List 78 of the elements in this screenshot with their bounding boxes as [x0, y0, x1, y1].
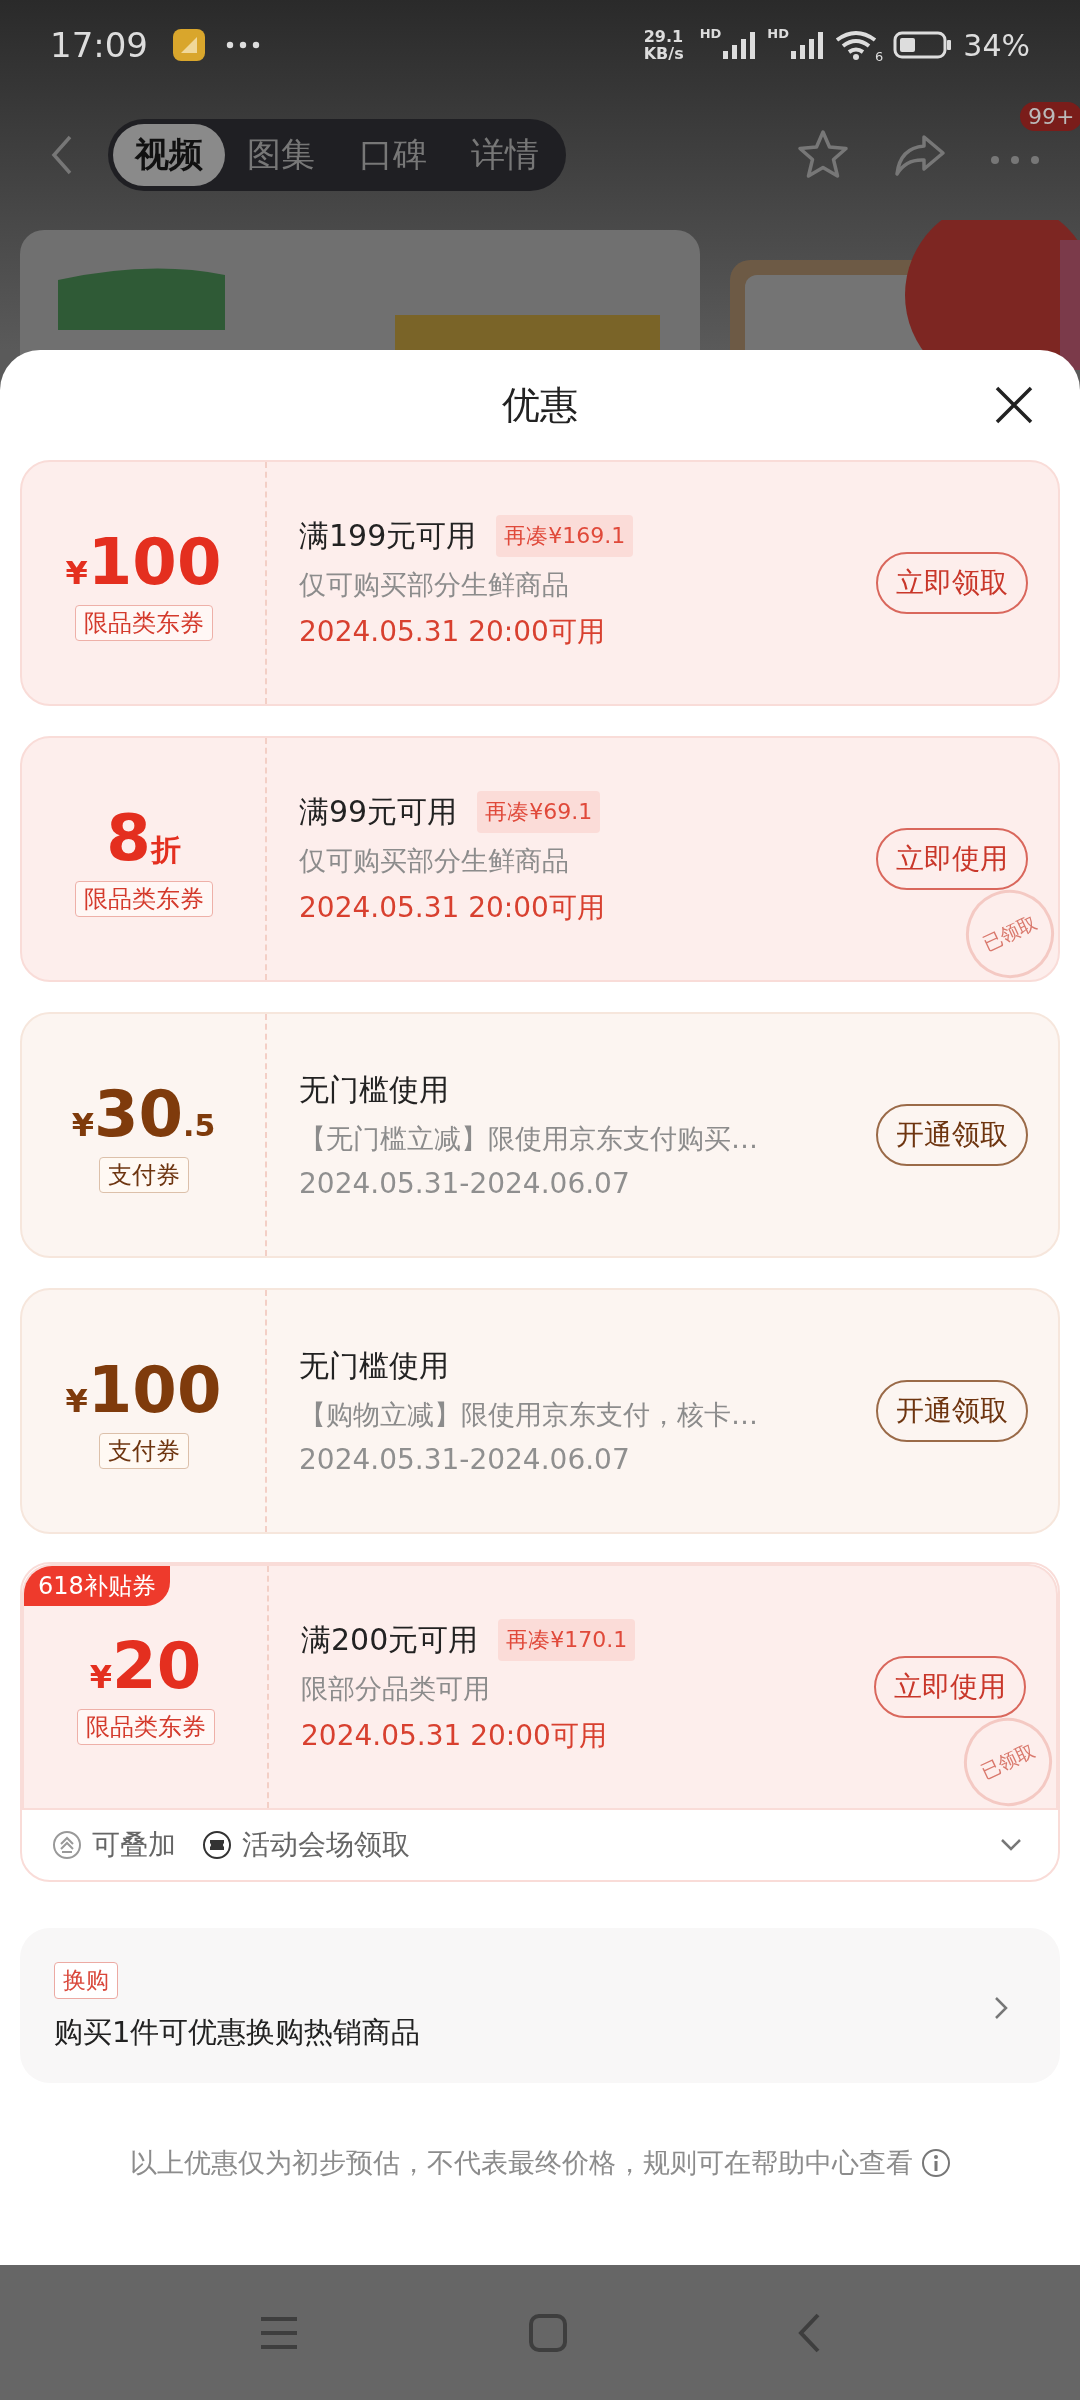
coupon-condition: 无门槛使用 [299, 1347, 449, 1385]
stack-icon [52, 1830, 82, 1860]
coupon-type-tag: 限品类东券 [74, 881, 213, 917]
amount-suffix: .5 [183, 1108, 216, 1143]
tab[interactable]: 图集 [225, 124, 337, 186]
coupon-action-button[interactable]: 立即领取 [876, 552, 1028, 614]
wifi-icon [835, 30, 878, 60]
coupon-type-tag: 限品类东券 [74, 605, 213, 641]
exchange-tag: 换购 [54, 1962, 118, 1999]
star-icon[interactable] [796, 129, 850, 181]
currency-sign: ¥ [71, 1106, 94, 1144]
coupon-date: 2024.05.31-2024.06.07 [299, 1167, 631, 1200]
coupon-description: 限部分品类可用 [301, 1672, 491, 1706]
tab[interactable]: 详情 [449, 124, 561, 186]
coupon-type-tag: 支付券 [98, 1433, 189, 1469]
currency-sign: ¥ [65, 1382, 88, 1420]
network-speed-unit: KB/s [643, 45, 684, 62]
signal-icon [791, 31, 826, 59]
coupon-condition: 无门槛使用 [299, 1071, 449, 1109]
coupon-condition: 满199元可用 [299, 516, 477, 555]
notes-app-icon [172, 28, 206, 62]
more-icon [226, 41, 260, 49]
coupon-amount: 20 [112, 1629, 202, 1703]
menu-icon[interactable] [259, 2315, 299, 2350]
back-icon[interactable] [50, 134, 74, 176]
coupon-description: 【无门槛立减】限使用京东支付购买… [299, 1122, 759, 1156]
coupon-amount: 8 [106, 801, 151, 875]
corner-badge: 618补贴券 [24, 1566, 170, 1606]
coupon-action-button[interactable]: 开通领取 [876, 1104, 1028, 1166]
coupon-date: 2024.05.31 20:00可用 [301, 1718, 608, 1754]
home-icon[interactable] [529, 2313, 567, 2352]
tab[interactable]: 视频 [113, 124, 225, 186]
coupon-amount: 100 [87, 525, 222, 599]
notification-badge: 99+ [1020, 101, 1080, 131]
back-icon[interactable] [797, 2312, 821, 2353]
more-icon[interactable] [990, 154, 1040, 165]
coupon-date: 2024.05.31 20:00可用 [299, 890, 606, 926]
network-type-label: HD [699, 26, 722, 41]
coupon-description: 仅可购买部分生鲜商品 [299, 844, 570, 878]
sheet-title: 优惠 [502, 381, 578, 429]
coupon-action-button[interactable]: 开通领取 [876, 1380, 1028, 1442]
coupon-date: 2024.05.31 20:00可用 [299, 614, 606, 650]
network-type-label: HD [767, 26, 790, 41]
expand-icon[interactable] [1000, 1838, 1022, 1852]
coupon-type-tag: 限品类东券 [76, 1709, 215, 1745]
feature-label: 可叠加 [92, 1827, 176, 1863]
feature-label: 活动会场领取 [242, 1827, 410, 1863]
exchange-text: 购买1件可优惠换购热销商品 [54, 2014, 421, 2051]
coupon-date: 2024.05.31-2024.06.07 [299, 1443, 631, 1476]
amount-suffix: 折 [150, 831, 181, 869]
signal-icon [723, 31, 758, 59]
remaining-amount-tag: 再凑¥170.1 [498, 1619, 636, 1661]
coupon-amount: 100 [87, 1353, 222, 1427]
remaining-amount-tag: 再凑¥69.1 [477, 791, 601, 833]
disclaimer-text: 以上优惠仅为初步预估，不代表最终价格，规则可在帮助中心查看 [129, 2146, 913, 2180]
coupon-amount: 30 [93, 1077, 183, 1151]
share-icon[interactable] [894, 133, 946, 177]
wifi-label: 6 [875, 49, 884, 64]
coupon-type-tag: 支付券 [98, 1157, 189, 1193]
currency-sign: ¥ [65, 554, 88, 592]
remaining-amount-tag: 再凑¥169.1 [496, 515, 634, 557]
coupon-condition: 满99元可用 [299, 792, 458, 831]
info-icon[interactable] [920, 2148, 951, 2178]
coupon-action-button[interactable]: 立即使用 [874, 1656, 1026, 1718]
battery-percent: 34% [963, 27, 1030, 63]
exchange-card[interactable]: 换购 购买1件可优惠换购热销商品 [20, 1928, 1060, 2083]
battery-icon [893, 31, 954, 59]
network-speed: 29.1 [643, 28, 684, 45]
coupon-description: 仅可购买部分生鲜商品 [299, 568, 570, 602]
coupon-condition: 满200元可用 [301, 1620, 479, 1659]
chevron-right-icon [994, 1995, 1008, 2020]
close-icon[interactable] [994, 385, 1034, 425]
status-time: 17:09 [50, 25, 148, 65]
currency-sign: ¥ [89, 1658, 113, 1696]
coupon-action-button[interactable]: 立即使用 [876, 828, 1028, 890]
tab[interactable]: 口碑 [337, 124, 449, 186]
ticket-icon [202, 1830, 232, 1860]
coupon-description: 【购物立减】限使用京东支付，核卡… [299, 1398, 759, 1432]
